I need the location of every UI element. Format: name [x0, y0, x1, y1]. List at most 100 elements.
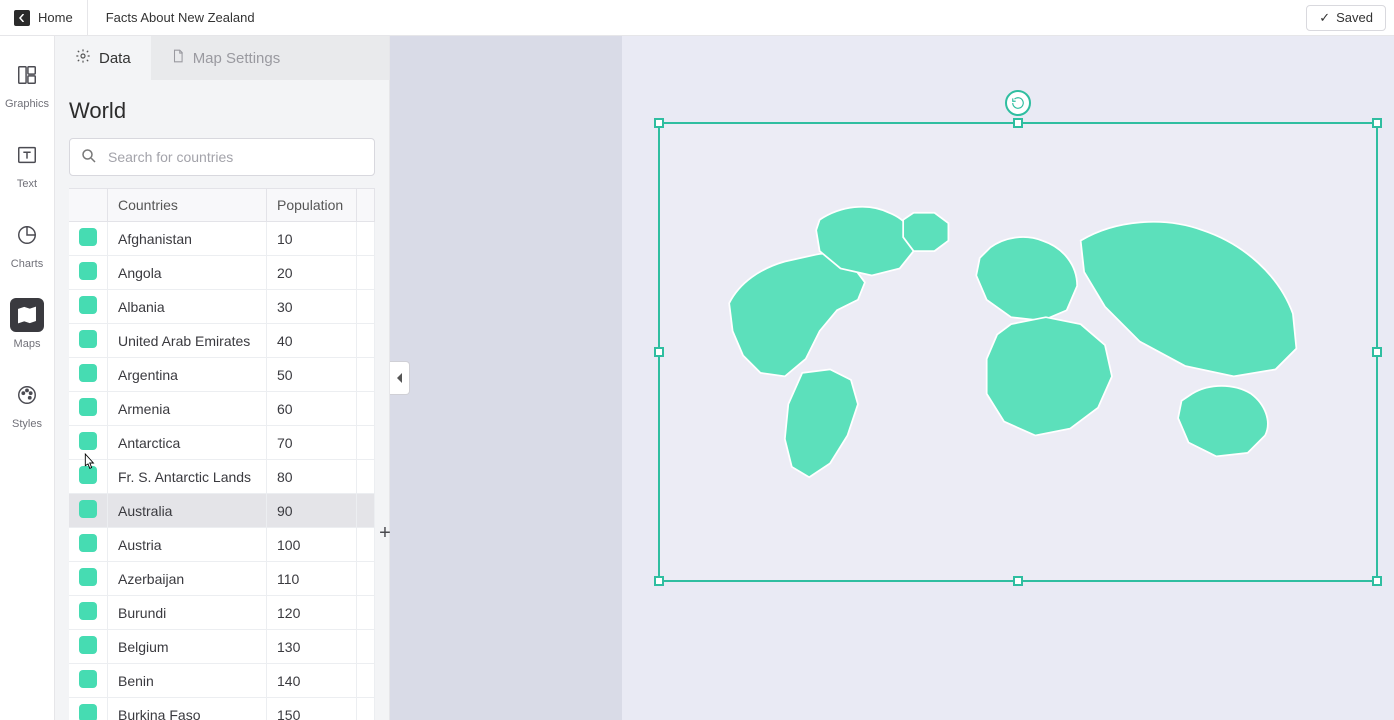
- table-row[interactable]: Afghanistan10: [69, 222, 375, 256]
- row-country[interactable]: Afghanistan: [108, 222, 267, 256]
- rotate-handle[interactable]: [1005, 90, 1031, 116]
- table-row[interactable]: Armenia60: [69, 392, 375, 426]
- row-value[interactable]: 30: [267, 290, 357, 324]
- row-country[interactable]: Australia: [108, 494, 267, 528]
- resize-handle-bl[interactable]: [654, 576, 664, 586]
- column-country[interactable]: Countries: [108, 189, 267, 222]
- row-value[interactable]: 120: [267, 596, 357, 630]
- row-country[interactable]: Albania: [108, 290, 267, 324]
- row-swatch[interactable]: [69, 290, 108, 324]
- table-row[interactable]: Fr. S. Antarctic Lands80: [69, 460, 375, 494]
- charts-icon: [10, 218, 44, 252]
- table-row[interactable]: Angola20: [69, 256, 375, 290]
- row-extra: [357, 256, 375, 290]
- row-value[interactable]: 40: [267, 324, 357, 358]
- table-row[interactable]: Benin140: [69, 664, 375, 698]
- row-value[interactable]: 80: [267, 460, 357, 494]
- rail-item-styles[interactable]: Styles: [10, 378, 44, 430]
- row-swatch[interactable]: [69, 494, 108, 528]
- row-country[interactable]: Austria: [108, 528, 267, 562]
- column-value[interactable]: Population: [267, 189, 357, 222]
- table-row[interactable]: Australia90: [69, 494, 375, 528]
- row-swatch[interactable]: [69, 596, 108, 630]
- add-button[interactable]: +: [371, 519, 399, 547]
- row-swatch[interactable]: [69, 698, 108, 720]
- table-row[interactable]: Argentina50: [69, 358, 375, 392]
- table-row[interactable]: United Arab Emirates40: [69, 324, 375, 358]
- row-swatch[interactable]: [69, 528, 108, 562]
- row-value[interactable]: 10: [267, 222, 357, 256]
- home-button[interactable]: Home: [0, 0, 88, 35]
- table-row[interactable]: Burkina Faso150: [69, 698, 375, 720]
- styles-icon: [10, 378, 44, 412]
- row-country[interactable]: Armenia: [108, 392, 267, 426]
- row-value[interactable]: 90: [267, 494, 357, 528]
- row-value[interactable]: 50: [267, 358, 357, 392]
- row-swatch[interactable]: [69, 358, 108, 392]
- row-country[interactable]: United Arab Emirates: [108, 324, 267, 358]
- search-input[interactable]: [98, 149, 364, 165]
- column-extra: [357, 189, 375, 222]
- rail-item-text[interactable]: Text: [10, 138, 44, 190]
- resize-handle-ml[interactable]: [654, 347, 664, 357]
- tab-data[interactable]: Data: [55, 36, 151, 80]
- row-swatch[interactable]: [69, 222, 108, 256]
- row-country[interactable]: Fr. S. Antarctic Lands: [108, 460, 267, 494]
- color-swatch-icon: [79, 432, 97, 450]
- world-map[interactable]: [670, 134, 1366, 570]
- row-country[interactable]: Benin: [108, 664, 267, 698]
- table-row[interactable]: Austria100: [69, 528, 375, 562]
- table-row[interactable]: Burundi120: [69, 596, 375, 630]
- row-swatch[interactable]: [69, 664, 108, 698]
- country-table-scroll[interactable]: Countries Population Afghanistan10Angola…: [69, 188, 375, 720]
- rail-item-charts[interactable]: Charts: [10, 218, 44, 270]
- row-country[interactable]: Azerbaijan: [108, 562, 267, 596]
- check-icon: ✓: [1319, 10, 1330, 26]
- color-swatch-icon: [79, 228, 97, 246]
- resize-handle-tr[interactable]: [1372, 118, 1382, 128]
- rail-label: Charts: [11, 258, 43, 270]
- row-swatch[interactable]: [69, 562, 108, 596]
- resize-handle-bm[interactable]: [1013, 576, 1023, 586]
- row-value[interactable]: 140: [267, 664, 357, 698]
- table-row[interactable]: Azerbaijan110: [69, 562, 375, 596]
- row-country[interactable]: Burkina Faso: [108, 698, 267, 720]
- row-value[interactable]: 20: [267, 256, 357, 290]
- row-country[interactable]: Belgium: [108, 630, 267, 664]
- row-country[interactable]: Burundi: [108, 596, 267, 630]
- resize-handle-tm[interactable]: [1013, 118, 1023, 128]
- resize-handle-mr[interactable]: [1372, 347, 1382, 357]
- row-swatch[interactable]: [69, 630, 108, 664]
- row-swatch[interactable]: [69, 324, 108, 358]
- rail-item-maps[interactable]: Maps: [10, 298, 44, 350]
- row-swatch[interactable]: [69, 392, 108, 426]
- row-value[interactable]: 100: [267, 528, 357, 562]
- color-swatch-icon: [79, 364, 97, 382]
- row-country[interactable]: Angola: [108, 256, 267, 290]
- resize-handle-tl[interactable]: [654, 118, 664, 128]
- map-selection-frame[interactable]: [658, 122, 1378, 582]
- canvas[interactable]: +: [390, 36, 1394, 720]
- row-value[interactable]: 60: [267, 392, 357, 426]
- row-swatch[interactable]: [69, 426, 108, 460]
- rail-item-graphics[interactable]: Graphics: [5, 58, 49, 110]
- table-row[interactable]: Albania30: [69, 290, 375, 324]
- row-country[interactable]: Antarctica: [108, 426, 267, 460]
- row-country[interactable]: Argentina: [108, 358, 267, 392]
- row-value[interactable]: 150: [267, 698, 357, 720]
- resize-handle-br[interactable]: [1372, 576, 1382, 586]
- row-value[interactable]: 70: [267, 426, 357, 460]
- row-value[interactable]: 110: [267, 562, 357, 596]
- data-panel: Data Map Settings World: [55, 36, 390, 720]
- row-value[interactable]: 130: [267, 630, 357, 664]
- table-row[interactable]: Antarctica70: [69, 426, 375, 460]
- row-extra: [357, 324, 375, 358]
- row-swatch[interactable]: [69, 460, 108, 494]
- search-input-wrap[interactable]: [69, 138, 375, 176]
- table-row[interactable]: Belgium130: [69, 630, 375, 664]
- collapse-panel-button[interactable]: [390, 361, 410, 395]
- tab-map-settings[interactable]: Map Settings: [151, 36, 389, 80]
- document-title: Facts About New Zealand: [88, 10, 273, 25]
- row-extra: [357, 630, 375, 664]
- row-swatch[interactable]: [69, 256, 108, 290]
